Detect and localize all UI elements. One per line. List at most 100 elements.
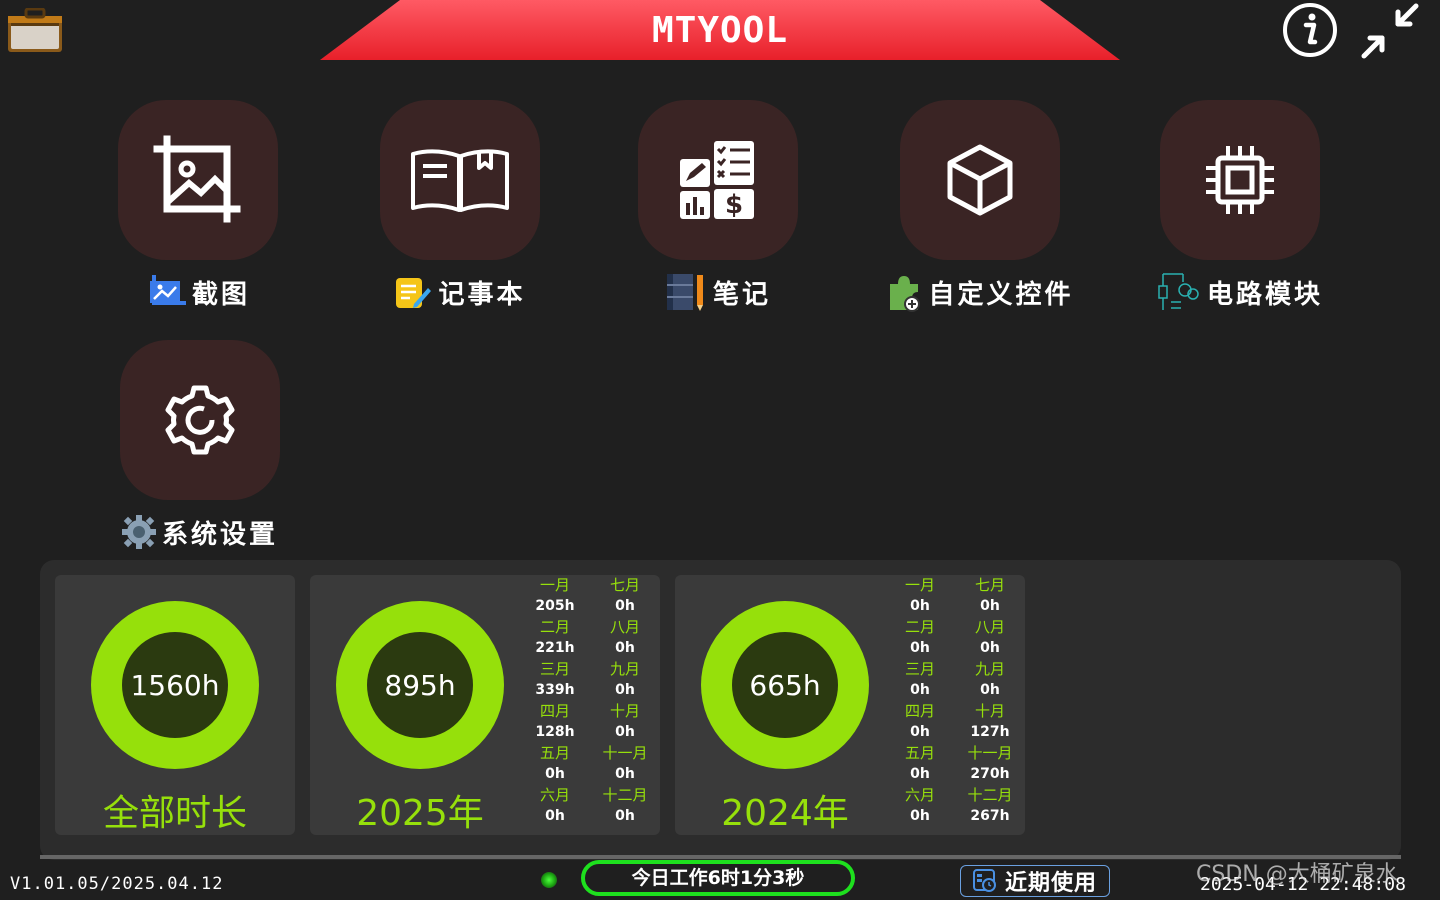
app-notepad[interactable]: 记事本: [350, 100, 570, 340]
month-hours: 0h: [980, 598, 1000, 614]
month-hours: 221h: [535, 640, 575, 656]
month-stat: 六月 0h: [525, 785, 585, 827]
month-name: 四月: [539, 702, 570, 720]
book-icon[interactable]: [380, 100, 540, 260]
month-name: 二月: [904, 618, 935, 636]
month-stat: 二月 221h: [525, 617, 585, 659]
notebook-small-icon: [666, 274, 703, 311]
month-stat: 十一月 0h: [595, 743, 655, 785]
month-stat: 三月 339h: [525, 659, 585, 701]
month-hours: 267h: [970, 808, 1010, 824]
settings-gear-icon[interactable]: [120, 340, 280, 500]
month-stat: 二月 0h: [890, 617, 950, 659]
month-name: 十二月: [967, 786, 1013, 804]
month-hours: 0h: [615, 724, 635, 740]
app-notes[interactable]: $ 笔记: [608, 100, 828, 340]
app-label: 电路模块: [1206, 279, 1323, 310]
svg-text:$: $: [725, 190, 743, 220]
month-name: 一月: [904, 576, 935, 594]
year-2025-ring: 895h: [336, 601, 504, 769]
month-hours: 0h: [615, 640, 635, 656]
month-name: 十一月: [967, 744, 1013, 762]
month-stat: 十二月 0h: [595, 785, 655, 827]
month-name: 五月: [539, 744, 570, 762]
app-custom-controls[interactable]: 自定义控件: [870, 100, 1090, 340]
chip-icon[interactable]: [1160, 100, 1320, 260]
month-hours: 0h: [910, 598, 930, 614]
month-name: 九月: [974, 660, 1005, 678]
month-stat: 八月 0h: [595, 617, 655, 659]
month-stat: 一月 0h: [890, 575, 950, 617]
month-name: 三月: [904, 660, 935, 678]
month-hours: 128h: [535, 724, 575, 740]
month-hours: 0h: [910, 682, 930, 698]
month-stat: 九月 0h: [595, 659, 655, 701]
year-2024-value: 665h: [732, 632, 838, 738]
month-hours: 0h: [615, 766, 635, 782]
year-2024-ring: 665h: [701, 601, 869, 769]
app-label: 系统设置: [161, 519, 278, 550]
month-name: 八月: [974, 618, 1005, 636]
month-stat: 十二月 267h: [960, 785, 1020, 827]
month-hours: 0h: [980, 640, 1000, 656]
total-usage-label: 全部时长: [102, 793, 247, 834]
app-label: 笔记: [712, 279, 771, 310]
total-usage-value: 1560h: [122, 632, 228, 738]
app-system-settings[interactable]: 系统设置: [90, 340, 310, 580]
month-hours: 0h: [910, 640, 930, 656]
status-indicator: [541, 872, 557, 888]
month-hours: 270h: [970, 766, 1010, 782]
recent-icon: [972, 869, 996, 892]
cube-icon[interactable]: [900, 100, 1060, 260]
month-name: 十月: [609, 702, 640, 720]
month-hours: 0h: [980, 682, 1000, 698]
puzzle-small-icon: [890, 276, 921, 312]
month-hours: 0h: [910, 766, 930, 782]
screenshot-small-icon: [149, 275, 186, 305]
month-name: 二月: [539, 618, 570, 636]
month-stat: 十一月 270h: [960, 743, 1020, 785]
minimize-window-icon[interactable]: [1360, 2, 1420, 60]
app-circuit-module[interactable]: 电路模块: [1130, 100, 1350, 340]
month-stat: 十月 0h: [595, 701, 655, 743]
month-name: 七月: [974, 576, 1005, 594]
finance-notes-icon[interactable]: $: [638, 100, 798, 260]
month-stat: 七月 0h: [960, 575, 1020, 617]
month-stat: 七月 0h: [595, 575, 655, 617]
app-screenshot[interactable]: 截图: [88, 100, 308, 340]
month-name: 六月: [904, 786, 935, 804]
month-stat: 八月 0h: [960, 617, 1020, 659]
month-hours: 339h: [535, 682, 575, 698]
recent-use-button[interactable]: 近期使用: [960, 865, 1110, 897]
version-text: V1.01.05/2025.04.12: [10, 874, 224, 894]
month-hours: 0h: [615, 808, 635, 824]
month-hours: 0h: [545, 808, 565, 824]
month-name: 四月: [904, 702, 935, 720]
recent-label: 近期使用: [1004, 871, 1097, 896]
month-stat: 十月 127h: [960, 701, 1020, 743]
month-name: 八月: [609, 618, 640, 636]
month-hours: 127h: [970, 724, 1010, 740]
month-hours: 0h: [910, 724, 930, 740]
app-label: 记事本: [438, 279, 526, 310]
month-stat: 三月 0h: [890, 659, 950, 701]
toolbox-icon[interactable]: [7, 7, 63, 54]
month-stat: 九月 0h: [960, 659, 1020, 701]
crop-image-icon[interactable]: [118, 100, 278, 260]
month-name: 七月: [609, 576, 640, 594]
app-label: 自定义控件: [928, 279, 1074, 310]
app-title: MTYOOL: [651, 10, 789, 51]
notepad-small-icon: [396, 278, 432, 308]
month-name: 十二月: [602, 786, 648, 804]
info-icon[interactable]: [1282, 2, 1338, 58]
month-name: 九月: [609, 660, 640, 678]
month-hours: 0h: [615, 682, 635, 698]
year-2024-label: 2024年: [721, 793, 849, 834]
total-usage-ring: 1560h: [91, 601, 259, 769]
month-name: 三月: [539, 660, 570, 678]
month-name: 六月: [539, 786, 570, 804]
month-stat: 六月 0h: [890, 785, 950, 827]
gear-icon: [121, 515, 156, 549]
circuit-small-icon: [1158, 273, 1199, 310]
today-work-time[interactable]: 今日工作6时1分3秒: [581, 860, 855, 896]
